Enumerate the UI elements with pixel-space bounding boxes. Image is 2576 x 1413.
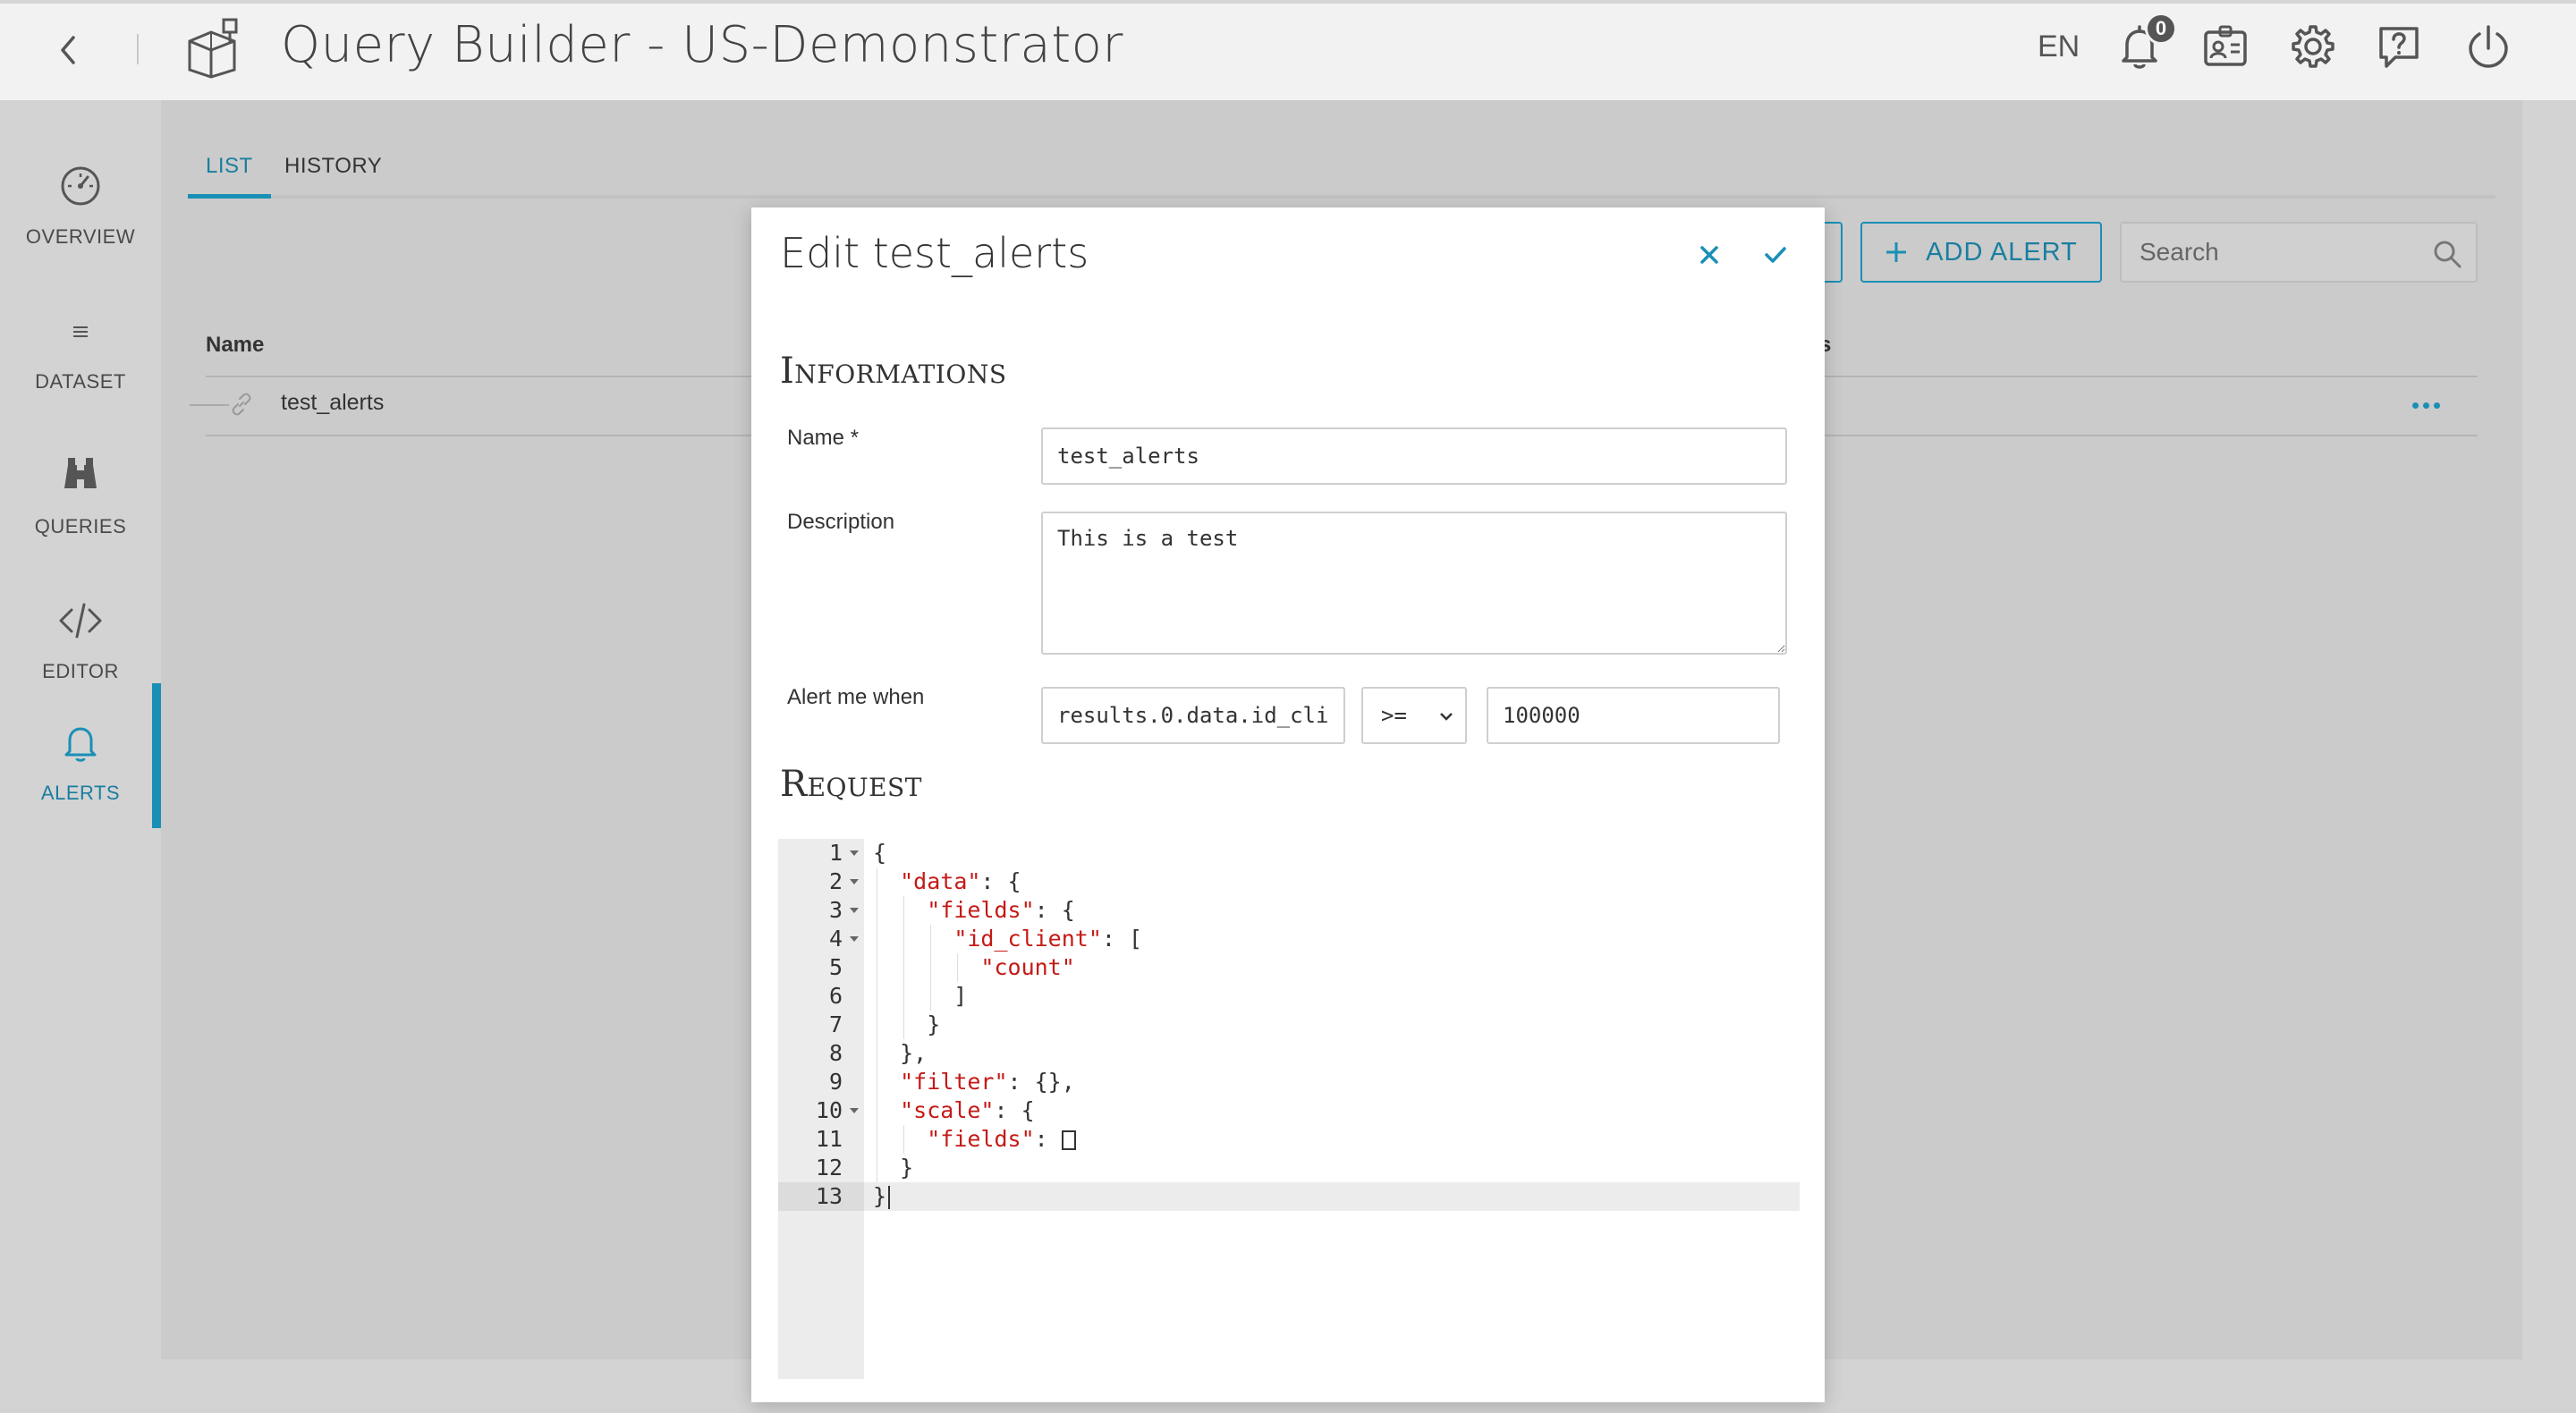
line-number: 10	[778, 1096, 864, 1125]
plus-icon	[1886, 242, 1907, 262]
code-line: "count"	[980, 954, 1075, 980]
line-number: 2	[778, 867, 864, 896]
sidebar: OVERVIEW DATASET QUERIES EDITOR ALERTS	[0, 100, 161, 1413]
table-row-name[interactable]: test_alerts	[281, 390, 384, 416]
sidebar-item-label: QUERIES	[34, 515, 127, 537]
top-bar: Query Builder - US-Demonstrator EN 0	[0, 0, 2576, 100]
code-line: "fields": {	[927, 897, 1075, 923]
edit-alert-dialog: Edit test_alerts Informations Name * Des…	[751, 207, 1825, 1402]
code-line: "scale": {	[900, 1097, 1035, 1123]
line-number: 8	[828, 1040, 843, 1066]
operator-value: >=	[1381, 703, 1407, 728]
line-number: 5	[828, 954, 843, 980]
add-alert-label: ADD ALERT	[1926, 237, 2078, 267]
sidebar-item-label: OVERVIEW	[25, 225, 136, 248]
fold-arrow-icon	[850, 1108, 859, 1113]
line-number: 1	[778, 839, 864, 867]
json-code-editor[interactable]: 1 2 3 4 5 6 7 8 9 10 11 12 13 { "data": …	[778, 839, 1800, 1379]
code-line: {	[873, 840, 887, 866]
chevron-down-icon	[1440, 713, 1453, 721]
dialog-title: Edit test_alerts	[780, 229, 1089, 277]
notification-badge: 0	[2145, 13, 2177, 45]
sidebar-item-overview[interactable]: OVERVIEW	[0, 127, 161, 272]
sidebar-item-label: ALERTS	[40, 782, 121, 804]
code-line: "data": {	[900, 868, 1021, 894]
power-icon[interactable]	[2462, 20, 2515, 73]
app-title: Query Builder - US-Demonstrator	[281, 16, 1123, 74]
sidebar-item-queries[interactable]: QUERIES	[0, 417, 161, 562]
sidebar-item-label: EDITOR	[42, 660, 119, 682]
list-icon	[73, 326, 88, 337]
line-number: 7	[828, 1011, 843, 1037]
text-cursor	[888, 1186, 891, 1209]
tab-history[interactable]: HISTORY	[267, 150, 400, 199]
code-line: },	[873, 1040, 928, 1066]
gauge-icon	[61, 166, 100, 206]
app-logo-icon	[188, 18, 238, 79]
bracket-match-box	[1061, 1130, 1076, 1150]
line-number: 13	[815, 1183, 843, 1209]
sidebar-item-label: DATASET	[35, 370, 126, 393]
name-field[interactable]	[1041, 427, 1787, 485]
alert-condition-label: Alert me when	[787, 685, 925, 709]
search-icon[interactable]	[2431, 238, 2463, 270]
divider	[137, 34, 139, 64]
id-card-icon[interactable]	[2199, 20, 2252, 73]
code-line: "filter": {},	[900, 1069, 1075, 1095]
fold-arrow-icon	[850, 879, 859, 884]
sidebar-item-dataset[interactable]: DATASET	[0, 272, 161, 417]
tab-list[interactable]: LIST	[188, 150, 271, 199]
threshold-input[interactable]	[1487, 687, 1780, 744]
code-line: "id_client": [	[953, 926, 1143, 952]
sidebar-item-alerts[interactable]: ALERTS	[0, 683, 161, 828]
section-heading-request: Request	[780, 764, 922, 805]
fold-arrow-icon	[850, 908, 859, 913]
back-button[interactable]	[50, 25, 86, 75]
code-icon	[59, 603, 102, 639]
fold-arrow-icon	[850, 936, 859, 942]
line-number: 12	[815, 1155, 843, 1180]
name-label: Name *	[787, 426, 860, 450]
link-icon	[232, 393, 251, 416]
description-label: Description	[787, 510, 895, 534]
back-arrow-icon	[61, 36, 75, 64]
line-number: 6	[828, 983, 843, 1009]
code-line: ]	[873, 983, 968, 1009]
line-number: 9	[828, 1069, 843, 1095]
close-icon[interactable]	[1694, 240, 1724, 270]
column-header-name[interactable]: Name	[206, 333, 264, 358]
fold-arrow-icon	[850, 850, 859, 856]
line-number: 3	[778, 896, 864, 925]
search-box	[2120, 222, 2478, 283]
binoculars-icon	[64, 458, 97, 488]
checkmark-icon[interactable]	[1760, 240, 1791, 270]
code-line: }	[873, 1155, 914, 1180]
operator-select[interactable]: >=	[1361, 687, 1467, 744]
search-input[interactable]	[2140, 236, 2426, 268]
description-field[interactable]: This is a test	[1041, 512, 1787, 655]
code-line: }	[873, 1011, 941, 1037]
tab-bar: LIST HISTORY	[188, 143, 2496, 199]
add-alert-button[interactable]: ADD ALERT	[1860, 222, 2102, 283]
tree-connector	[190, 404, 229, 406]
language-selector[interactable]: EN	[2038, 29, 2080, 64]
help-icon[interactable]	[2372, 20, 2426, 73]
code-line: }	[873, 1182, 891, 1211]
row-more-menu-icon[interactable]	[2408, 392, 2444, 419]
active-line-highlight	[778, 1182, 1800, 1211]
gear-icon[interactable]	[2286, 20, 2340, 73]
line-number: 4	[778, 925, 864, 953]
alert-field-input[interactable]	[1041, 687, 1345, 744]
section-heading-informations: Informations	[780, 351, 1007, 392]
code-line: "fields":	[873, 1125, 1076, 1154]
line-number: 11	[815, 1126, 843, 1152]
bell-icon	[64, 727, 97, 762]
